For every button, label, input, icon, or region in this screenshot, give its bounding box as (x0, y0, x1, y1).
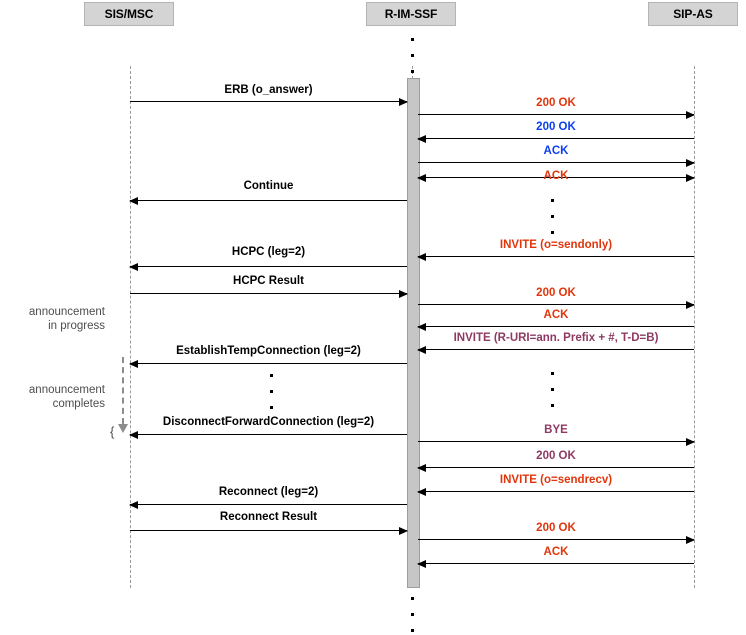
ellipsis-left-dots-1 (270, 374, 273, 409)
message-label-m03: 200 OK (536, 121, 576, 133)
message-label-m14: DisconnectForwardConnection (leg=2) (162, 416, 375, 428)
dot (551, 404, 554, 407)
arrowhead-right (686, 300, 695, 309)
message-label-m05: ACK (543, 170, 569, 182)
note-in-progress: announcement in progress (5, 305, 105, 333)
arrowhead-left (417, 559, 426, 568)
dot (411, 597, 414, 600)
dot (551, 215, 554, 218)
arrowhead-left (417, 134, 426, 143)
dot (411, 629, 414, 632)
announcement-duration-arrowhead (118, 424, 128, 433)
dot (551, 372, 554, 375)
message-line-m16 (417, 463, 694, 472)
message-line-m06 (129, 196, 407, 205)
message-label-m11: ACK (543, 309, 569, 321)
message-label-m01: ERB (o_answer) (224, 84, 313, 96)
message-line-m21 (417, 559, 694, 568)
message-label-m18: Reconnect (leg=2) (218, 486, 319, 498)
dot (411, 38, 414, 41)
dot (551, 199, 554, 202)
arrowhead-left (417, 463, 426, 472)
announcement-duration-line (122, 357, 124, 424)
message-line-m13 (129, 359, 407, 368)
message-label-m17: INVITE (o=sendrecv) (499, 474, 613, 486)
arrowhead-left (129, 359, 138, 368)
message-line-m10 (418, 300, 695, 309)
lifeline-sis-msc (130, 66, 131, 588)
actor-header-r-im-ssf: R-IM-SSF (366, 2, 456, 26)
ellipsis-right-dots-1 (551, 199, 554, 234)
arrowhead-right (399, 97, 408, 106)
dot (411, 70, 414, 73)
ellipsis-top-ssf-dots (411, 38, 414, 73)
dot (411, 54, 414, 57)
message-label-m12: INVITE (R-URI=ann. Prefix + #, T-D=B) (453, 332, 659, 344)
message-line-m03 (417, 134, 694, 143)
arrowhead-right (399, 526, 408, 535)
actor-header-sis-msc: SIS/MSC (84, 2, 174, 26)
message-line-m15 (418, 437, 695, 446)
message-label-m08: HCPC (leg=2) (231, 246, 306, 258)
dot (270, 374, 273, 377)
message-label-m07: INVITE (o=sendonly) (499, 239, 613, 251)
note-completes: announcement completes (5, 383, 105, 411)
ellipsis-bottom-ssf-dots (411, 597, 414, 632)
message-label-m15: BYE (544, 424, 568, 436)
message-label-m20: 200 OK (536, 522, 576, 534)
message-line-m07 (417, 252, 694, 261)
message-line-m12 (417, 345, 694, 354)
note-line-1: announcement (28, 306, 105, 318)
arrowhead-left (417, 487, 426, 496)
arrowhead-left (129, 196, 138, 205)
message-label-m16: 200 OK (536, 450, 576, 462)
dot (270, 406, 273, 409)
sequence-diagram: SIS/MSC R-IM-SSF SIP-AS ERB (o_answer) 200 O… (0, 0, 746, 635)
arrowhead-left (129, 500, 138, 509)
dot (270, 390, 273, 393)
announcement-duration-brace: { (110, 424, 115, 439)
actor-label: SIS/MSC (104, 7, 154, 21)
arrowhead-left (129, 262, 138, 271)
note-line-1: announcement (28, 384, 105, 396)
message-line-m14 (129, 430, 407, 439)
dot (551, 231, 554, 234)
message-line-m17 (417, 487, 694, 496)
dot (411, 613, 414, 616)
message-label-m21: ACK (543, 546, 569, 558)
arrowhead-right (686, 110, 695, 119)
message-label-m10: 200 OK (536, 287, 576, 299)
arrowhead-right (686, 437, 695, 446)
message-line-m09 (130, 289, 408, 298)
message-label-m06: Continue (243, 180, 294, 192)
actor-label: R-IM-SSF (384, 7, 438, 21)
arrowhead-left (417, 322, 426, 331)
actor-header-sip-as: SIP-AS (648, 2, 738, 26)
message-line-m19 (130, 526, 408, 535)
message-line-m01 (130, 97, 408, 106)
actor-label: SIP-AS (673, 7, 713, 21)
note-line-2: completes (52, 398, 105, 410)
arrowhead-left (417, 345, 426, 354)
message-label-m04: ACK (543, 145, 569, 157)
dot (551, 388, 554, 391)
message-line-m08 (129, 262, 407, 271)
message-line-m18 (129, 500, 407, 509)
message-line-m04 (418, 158, 695, 167)
note-line-2: in progress (48, 320, 105, 332)
message-label-m19: Reconnect Result (219, 511, 318, 523)
ellipsis-right-dots-2 (551, 372, 554, 407)
message-line-m11 (417, 322, 694, 331)
message-line-m20 (418, 535, 695, 544)
arrowhead-left (417, 252, 426, 261)
message-line-m02 (418, 110, 695, 119)
message-label-m02: 200 OK (536, 97, 576, 109)
arrowhead-right (399, 289, 408, 298)
message-label-m09: HCPC Result (233, 275, 304, 287)
message-label-m13: EstablishTempConnection (leg=2) (176, 345, 361, 357)
lifeline-sip-as (694, 66, 695, 588)
arrowhead-right (686, 535, 695, 544)
arrowhead-left (129, 430, 138, 439)
arrowhead-right (686, 158, 695, 167)
